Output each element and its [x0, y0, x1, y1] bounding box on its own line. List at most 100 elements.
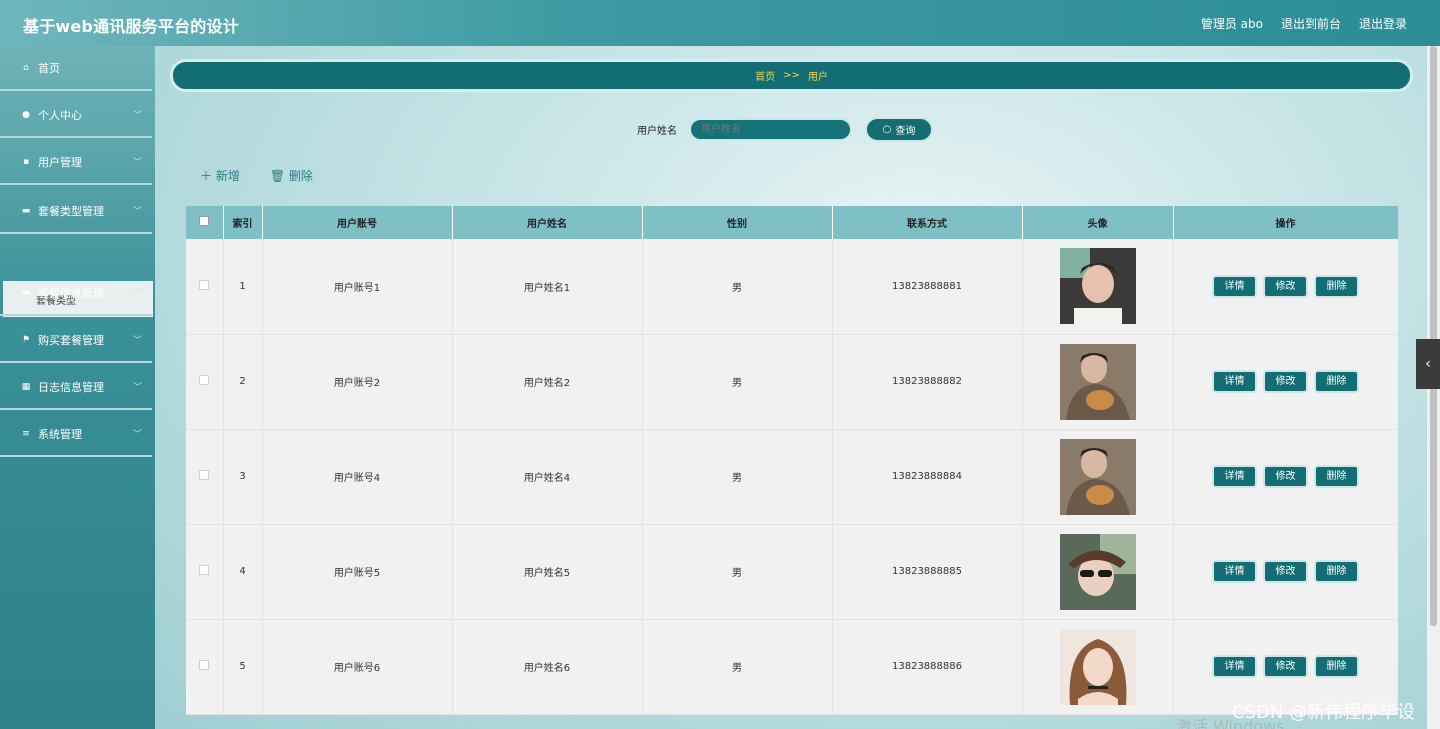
cell-gender: 男 — [642, 334, 833, 430]
add-label: 新增 — [215, 169, 240, 183]
lock-icon: ▬ — [21, 205, 31, 216]
detail-button[interactable]: 详情 — [1212, 274, 1257, 298]
chevron-left-icon: ‹ — [1425, 356, 1431, 372]
edit-button[interactable]: 修改 — [1263, 370, 1308, 393]
chat-icon: ▬ — [21, 287, 31, 298]
sidebar-item-system[interactable]: ≡ 系统管理 ﹀ — [0, 412, 152, 457]
cell-index: 4 — [223, 524, 263, 620]
avatar — [1059, 438, 1136, 515]
exit-to-front-link[interactable]: 退出到前台 — [1281, 15, 1341, 32]
trash-icon: 🗑 — [269, 169, 289, 183]
delete-button[interactable]: 删除 — [1314, 465, 1359, 488]
row-select-cell — [186, 619, 224, 715]
sidebar-item-label: 套餐信息管理 — [38, 286, 104, 300]
sidebar-item-home[interactable]: ⌂ 首页 — [0, 46, 152, 91]
sidebar: ⌂ 首页 ● 个人中心 ﹀ ▪ 用户管理 ﹀ ▬ 套餐类型管理 ﹀ 套餐类型 ▬… — [0, 46, 155, 729]
edit-button[interactable]: 修改 — [1263, 655, 1308, 678]
cell-gender: 男 — [642, 239, 833, 335]
breadcrumb-separator: >> — [783, 70, 800, 81]
row-select-cell — [186, 334, 224, 430]
home-icon: ⌂ — [23, 62, 29, 73]
col-header-phone: 联系方式 — [832, 206, 1023, 239]
cell-actions: 详情 修改 删除 — [1173, 334, 1398, 430]
edit-button[interactable]: 修改 — [1263, 274, 1308, 298]
breadcrumb-home[interactable]: 首页 — [755, 68, 775, 83]
cell-name: 用户姓名6 — [452, 619, 643, 715]
sidebar-item-log-info[interactable]: ▦ 日志信息管理 ﹀ — [0, 365, 152, 410]
delete-button[interactable]: 删除 — [1314, 655, 1359, 678]
cell-index: 3 — [223, 429, 263, 525]
sidebar-item-label: 首页 — [38, 61, 60, 75]
bulk-delete-button[interactable]: 🗑 删除 — [270, 167, 313, 184]
search-input[interactable] — [689, 118, 852, 141]
sidebar-item-package-type[interactable]: ▬ 套餐类型管理 ﹀ — [0, 189, 152, 234]
row-checkbox[interactable] — [199, 660, 210, 670]
cell-name: 用户姓名5 — [452, 524, 643, 620]
sidebar-item-label: 系统管理 — [38, 427, 82, 441]
cell-actions: 详情 修改 删除 — [1173, 429, 1398, 525]
flag-icon: ⚑ — [21, 334, 31, 345]
sidebar-item-user-management[interactable]: ▪ 用户管理 ﹀ — [0, 140, 152, 185]
sidebar-item-label: 购买套餐管理 — [38, 333, 104, 347]
admin-label: 管理员 abo — [1200, 17, 1263, 31]
row-checkbox[interactable] — [199, 279, 210, 290]
delete-button[interactable]: 删除 — [1314, 560, 1359, 583]
delete-button[interactable]: 删除 — [1314, 370, 1359, 393]
table-row: 3 用户账号4 用户姓名4 男 13823888884 详情 修改 删除 — [186, 429, 1398, 525]
edit-button[interactable]: 修改 — [1263, 465, 1308, 488]
chevron-down-icon: ﹀ — [132, 111, 142, 121]
select-all-cell[interactable] — [186, 206, 224, 239]
cell-index: 2 — [223, 334, 263, 430]
detail-button[interactable]: 详情 — [1212, 370, 1257, 393]
list-icon: ≡ — [22, 428, 30, 439]
table-row: 1 用户账号1 用户姓名1 男 13823888881 详情 修改 删除 — [186, 239, 1398, 335]
cell-phone: 13823888886 — [832, 619, 1023, 715]
sidebar-item-purchase-package[interactable]: ⚑ 购买套餐管理 ﹀ — [0, 318, 152, 363]
cell-actions: 详情 修改 删除 — [1173, 239, 1398, 335]
avatar — [1059, 628, 1136, 705]
add-button[interactable]: ＋ 新增 — [200, 167, 240, 184]
chevron-down-icon: ﹀ — [132, 289, 142, 299]
avatar — [1059, 248, 1136, 325]
cell-gender: 男 — [642, 619, 833, 715]
chevron-down-icon: ﹀ — [132, 336, 142, 346]
cell-account: 用户账号1 — [262, 239, 453, 335]
scroll-thumb[interactable] — [1430, 46, 1437, 626]
collapse-panel-button[interactable]: ‹ — [1416, 339, 1440, 389]
user-table: 索引 用户账号 用户姓名 性别 联系方式 头像 操作 1 用户账号1 用户姓名1… — [186, 206, 1398, 729]
search-button[interactable]: ○ 查询 — [865, 117, 933, 142]
avatar — [1059, 343, 1136, 420]
cell-phone: 13823888884 — [832, 429, 1023, 525]
chevron-down-icon: ﹀ — [132, 158, 142, 168]
main-content: 首页 >> 用户 用户姓名 ○ 查询 ＋ 新增 🗑 删除 索引 用户账号 — [155, 46, 1427, 729]
row-checkbox[interactable] — [199, 565, 210, 575]
cell-actions: 详情 修改 删除 — [1173, 524, 1398, 620]
logout-link[interactable]: 退出登录 — [1359, 15, 1407, 32]
table-header-row: 索引 用户账号 用户姓名 性别 联系方式 头像 操作 — [186, 206, 1398, 239]
sidebar-item-package-info[interactable]: ▬ 套餐信息管理 ﹀ — [0, 271, 152, 316]
cell-phone: 13823888885 — [832, 524, 1023, 620]
top-bar: 基于web通讯服务平台的设计 管理员 abo 退出到前台 退出登录 — [0, 0, 1440, 46]
search-bar: 用户姓名 ○ 查询 — [637, 117, 933, 142]
select-all-checkbox[interactable] — [199, 216, 210, 226]
cell-index: 5 — [223, 619, 263, 715]
cell-account: 用户账号2 — [262, 334, 453, 430]
edit-button[interactable]: 修改 — [1263, 560, 1308, 583]
detail-button[interactable]: 详情 — [1212, 560, 1257, 583]
detail-button[interactable]: 详情 — [1212, 465, 1257, 488]
col-header-avatar: 头像 — [1022, 206, 1174, 239]
detail-button[interactable]: 详情 — [1212, 655, 1257, 678]
action-bar: ＋ 新增 🗑 删除 — [200, 167, 313, 184]
sidebar-item-label: 用户管理 — [38, 155, 82, 169]
delete-button[interactable]: 删除 — [1314, 274, 1359, 298]
cell-avatar — [1022, 239, 1174, 335]
breadcrumb-current: 用户 — [807, 72, 828, 83]
chevron-down-icon: ﹀ — [132, 383, 142, 393]
sidebar-item-label: 套餐类型管理 — [38, 204, 104, 218]
sidebar-item-personal-center[interactable]: ● 个人中心 ﹀ — [0, 93, 152, 138]
row-checkbox[interactable] — [199, 375, 210, 385]
cell-name: 用户姓名4 — [452, 429, 643, 525]
cell-account: 用户账号4 — [262, 429, 453, 525]
row-checkbox[interactable] — [199, 470, 210, 480]
col-header-gender: 性别 — [642, 206, 833, 239]
